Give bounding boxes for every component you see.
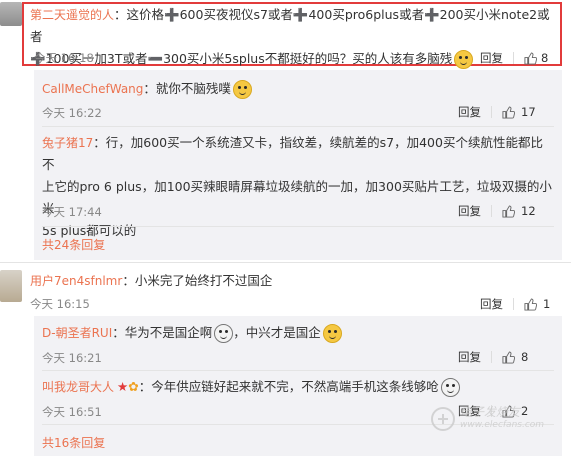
comment-time: 今天 16:15 bbox=[30, 297, 90, 311]
shocked-face-icon bbox=[214, 324, 234, 343]
separator bbox=[513, 298, 514, 310]
smiley-icon bbox=[322, 324, 342, 343]
more-replies-link[interactable]: 共16条回复 bbox=[42, 434, 105, 451]
comment-body: 用户7en4sfnlmr：小米完了始终打不过国企 bbox=[30, 270, 272, 292]
reply-item: D-朝圣者RUI：华为不是国企啊 ，中兴才是国企 bbox=[42, 322, 342, 344]
thumb-up-icon[interactable] bbox=[502, 350, 515, 364]
reply-button[interactable]: 回复 bbox=[458, 104, 481, 120]
comment-username[interactable]: 第二天遥觉的人 bbox=[30, 8, 114, 22]
reply-item: CallMeChefWang：就你不脑残噗 bbox=[42, 78, 252, 100]
reply-text: ，中兴才是国企 bbox=[233, 325, 321, 340]
reply-text: ：就你不脑残噗 bbox=[143, 81, 231, 96]
elecfans-logo-icon bbox=[431, 407, 455, 431]
thumb-up-icon[interactable] bbox=[524, 297, 537, 311]
avatar[interactable] bbox=[0, 2, 22, 26]
reply-time: 今天 17:44 bbox=[42, 205, 102, 219]
thumb-up-icon[interactable] bbox=[502, 105, 515, 119]
reply-text: ：行，加600买一个系统渣又卡，指纹差，续航差的s7，加400买个续航性能都比不 bbox=[42, 135, 543, 172]
divider bbox=[42, 226, 554, 227]
avatar[interactable] bbox=[0, 270, 22, 302]
like-count: 1 bbox=[543, 297, 551, 311]
shocked-face-icon bbox=[440, 378, 460, 397]
divider bbox=[42, 126, 554, 127]
reply-button[interactable]: 回复 bbox=[480, 50, 503, 66]
reply-time: 今天 16:51 bbox=[42, 405, 102, 419]
reply-time: 今天 16:22 bbox=[42, 106, 102, 120]
separator bbox=[513, 52, 514, 64]
watermark-title: 电子发烧友 bbox=[460, 405, 521, 419]
separator bbox=[491, 351, 492, 363]
star-badge-icon: ★ bbox=[117, 379, 129, 394]
like-count: 8 bbox=[521, 350, 529, 364]
thumb-up-icon[interactable] bbox=[524, 51, 537, 65]
thumb-up-icon[interactable] bbox=[502, 204, 515, 218]
divider bbox=[0, 262, 571, 263]
like-count: 17 bbox=[521, 105, 536, 119]
reply-text: 5s plus都可以的 bbox=[42, 223, 137, 238]
more-replies-link[interactable]: 共24条回复 bbox=[42, 236, 105, 253]
reply-time: 今天 16:21 bbox=[42, 351, 102, 365]
reply-button[interactable]: 回复 bbox=[458, 349, 481, 365]
divider bbox=[42, 370, 554, 371]
comment-username[interactable]: 用户7en4sfnlmr bbox=[30, 274, 122, 288]
reply-button[interactable]: 回复 bbox=[480, 296, 503, 312]
popcorn-icon: ✿ bbox=[128, 379, 139, 394]
comment-time: 今天 16:18 bbox=[34, 51, 94, 65]
reply-username[interactable]: 兔子猪17 bbox=[42, 136, 93, 150]
separator bbox=[491, 205, 492, 217]
watermark-url: www.elecfans.com bbox=[460, 420, 545, 430]
like-count: 8 bbox=[541, 51, 549, 65]
reply-text: ：今年供应链好起来就不完，不然高端手机这条线够呛 bbox=[138, 379, 439, 394]
reply-text: ：华为不是国企啊 bbox=[112, 325, 213, 340]
reply-username[interactable]: CallMeChefWang bbox=[42, 82, 143, 96]
separator bbox=[491, 106, 492, 118]
reply-username[interactable]: 叫我龙哥大人 bbox=[42, 380, 114, 394]
comment-text: ：小米完了始终打不过国企 bbox=[122, 273, 273, 288]
watermark: 电子发烧友 www.elecfans.com bbox=[430, 406, 544, 432]
reply-item: 叫我龙哥大人 ★✿：今年供应链好起来就不完，不然高端手机这条线够呛 bbox=[42, 376, 460, 398]
like-count: 12 bbox=[521, 204, 536, 218]
reply-button[interactable]: 回复 bbox=[458, 203, 481, 219]
reply-username[interactable]: D-朝圣者RUI bbox=[42, 326, 112, 340]
smiley-icon bbox=[232, 80, 252, 99]
